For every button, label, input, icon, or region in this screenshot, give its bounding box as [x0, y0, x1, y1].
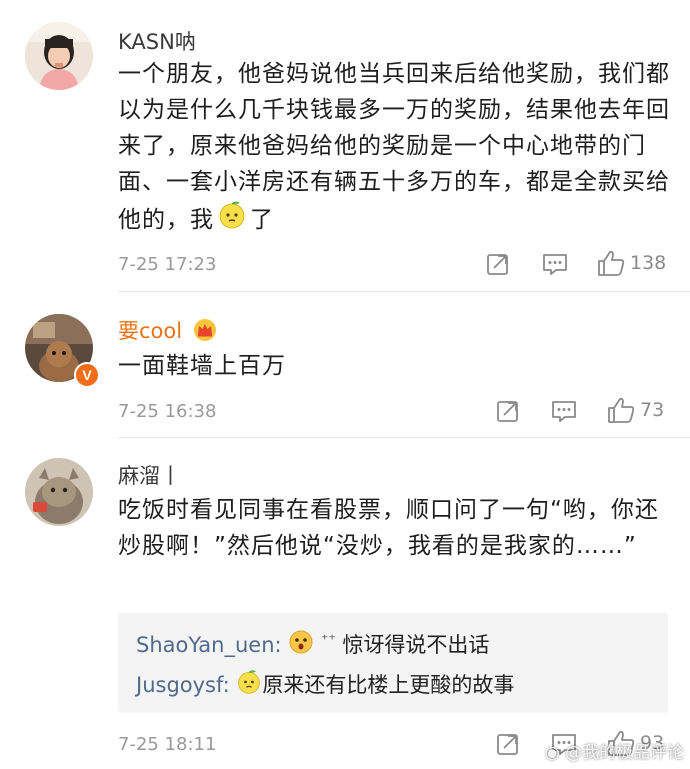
verified-v-icon: V — [74, 362, 100, 388]
reply-text: 原来还有比楼上更酸的故事 — [262, 673, 515, 697]
comment-item: 麻溜丨 吃饭时看见同事在看股票，顺口问了一句“哟，你还炒股啊！”然后他说“没炒，… — [0, 438, 690, 769]
comment-text: 吃饭时看见同事在看股票，顺口问了一句“哟，你还炒股啊！”然后他说“没炒，我看的是… — [118, 497, 659, 559]
reply-item: Jusgoysf: 原来还有比楼上更酸的故事 — [136, 669, 514, 703]
reply-username[interactable]: ShaoYan_uen — [136, 633, 275, 657]
username[interactable]: 要cool — [118, 315, 217, 347]
repost-icon — [495, 398, 521, 424]
comment-time: 7-25 17:23 — [118, 254, 217, 275]
sparkle-icon: ⁺⁺ — [320, 632, 336, 648]
comment-icon — [550, 398, 578, 424]
sour-lemon-emoji — [217, 200, 247, 241]
reply-username[interactable]: Jusgoysf — [136, 673, 223, 697]
comment-icon — [541, 251, 569, 277]
avatar[interactable] — [25, 22, 93, 90]
like-button[interactable]: 138 — [596, 249, 666, 277]
comment-text: 一个朋友，他爸妈说他当兵回来后给他奖励，我们都以为是什么几千块钱最多一万的奖励，… — [118, 56, 673, 241]
repost-button[interactable] — [485, 251, 511, 277]
like-count: 73 — [640, 399, 665, 421]
reply-item: ShaoYan_uen: ⁺⁺ 惊讶得说不出话 — [136, 625, 489, 663]
reply-box[interactable]: ShaoYan_uen: ⁺⁺ 惊讶得说不出话 Jusgoysf: 原来还有比楼… — [118, 613, 668, 713]
comment-text: 一面鞋墙上百万 — [118, 353, 286, 379]
avatar[interactable] — [25, 458, 93, 526]
thumbs-up-icon — [596, 249, 626, 277]
repost-button[interactable] — [495, 398, 521, 424]
username-text: 要cool — [118, 319, 183, 343]
comment-item: V 要cool 一面鞋墙上百万 7-25 16:38 73 — [0, 292, 690, 438]
repost-icon — [485, 251, 511, 277]
comment-feed: KASN呐 一个朋友，他爸妈说他当兵回来后给他奖励，我们都以为是什么几千块钱最多… — [0, 0, 690, 769]
sour-lemon-emoji — [236, 669, 262, 703]
repost-icon — [495, 731, 521, 757]
like-button[interactable]: 73 — [606, 396, 664, 424]
comment-button[interactable] — [550, 398, 578, 424]
username[interactable]: 麻溜丨 — [118, 460, 181, 490]
comment-text-tail: 了 — [250, 207, 274, 233]
comment-text-body: 一个朋友，他爸妈说他当兵回来后给他奖励，我们都以为是什么几千块钱最多一万的奖励，… — [118, 61, 670, 233]
shocked-emoji — [288, 629, 314, 663]
weibo-logo-icon: ◉ — [544, 743, 560, 763]
comment-time: 7-25 18:11 — [118, 734, 217, 755]
comment-item: KASN呐 一个朋友，他爸妈说他当兵回来后给他奖励，我们都以为是什么几千块钱最多… — [0, 0, 690, 292]
comment-time: 7-25 16:38 — [118, 401, 217, 422]
like-count: 138 — [630, 252, 667, 274]
crown-badge-icon — [193, 318, 217, 347]
watermark: ◉ @我的极品评论 — [545, 738, 684, 763]
username[interactable]: KASN呐 — [118, 26, 196, 56]
repost-button[interactable] — [495, 731, 521, 757]
reply-text: 惊讶得说不出话 — [342, 633, 490, 657]
watermark-text: @我的极品评论 — [565, 743, 684, 763]
thumbs-up-icon — [606, 396, 636, 424]
comment-button[interactable] — [541, 251, 569, 277]
